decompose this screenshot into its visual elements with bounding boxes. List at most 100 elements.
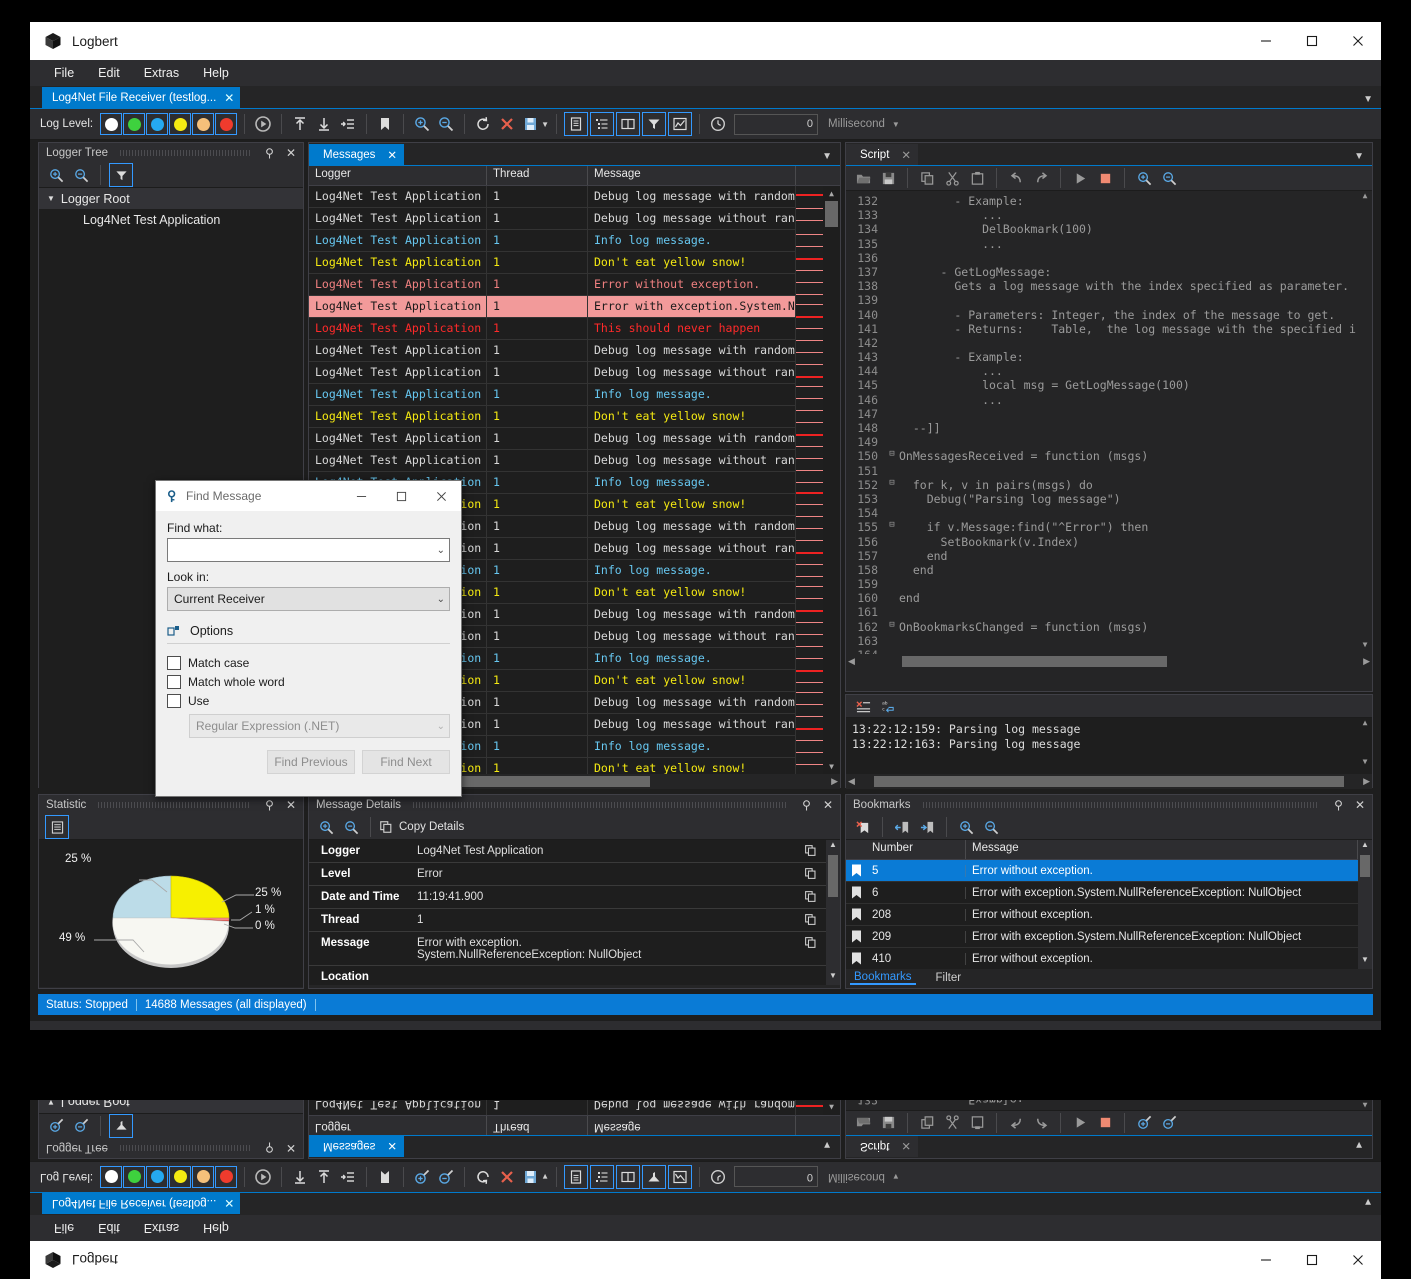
save-script-button[interactable] — [877, 167, 899, 189]
scroll-up-arrow-icon[interactable]: ▲ — [1358, 191, 1372, 205]
chevron-down-icon[interactable]: ▼ — [822, 1139, 832, 1150]
paste-button[interactable] — [966, 167, 988, 189]
column-header-message[interactable]: Message — [588, 1116, 796, 1135]
pin-icon[interactable]: ⚲ — [799, 798, 814, 812]
regex-type-select[interactable]: Regular Expression (.NET) ⌄ — [189, 714, 450, 738]
scroll-to-bottom-button[interactable] — [313, 1166, 335, 1188]
toggle-statistic-button[interactable] — [668, 112, 692, 136]
tab-filter[interactable]: Filter — [932, 972, 966, 984]
bookmarks-vertical-scrollbar[interactable]: ▲ ▼ — [1358, 840, 1372, 969]
drag-grip[interactable] — [120, 1145, 251, 1151]
zoom-in-button[interactable] — [411, 113, 433, 135]
find-previous-button[interactable]: Find Previous — [267, 750, 355, 774]
zoom-in-button[interactable] — [411, 1166, 433, 1188]
redo-button[interactable] — [1030, 1112, 1052, 1134]
stop-script-button[interactable] — [1094, 167, 1116, 189]
time-unit-label[interactable]: Millisecond — [828, 118, 885, 130]
pin-icon[interactable]: ⚲ — [1331, 798, 1346, 812]
column-header-thread[interactable]: Thread — [487, 1116, 588, 1135]
toggle-statistic-button[interactable] — [668, 1165, 692, 1189]
minimize-button[interactable] — [1243, 22, 1289, 60]
toggle-message-details-button[interactable] — [564, 112, 588, 136]
play-button[interactable] — [252, 1166, 274, 1188]
minimize-button[interactable] — [341, 481, 381, 511]
fold-toggle-icon[interactable]: ⊟ — [885, 620, 899, 634]
table-row[interactable]: Log4Net Test Application 1 Error with exce… — [309, 296, 796, 318]
refresh-button[interactable] — [472, 1166, 494, 1188]
scroll-right-arrow-icon[interactable]: ▶ — [1363, 656, 1370, 667]
toggle-bookmarks-button[interactable] — [616, 1165, 640, 1189]
logger-filter-button[interactable] — [109, 1114, 133, 1138]
expand-arrow-icon[interactable]: ▼ — [47, 1100, 55, 1107]
menu-edit[interactable]: Edit — [86, 1217, 132, 1239]
copy-icon[interactable] — [804, 909, 826, 926]
chevron-down-icon[interactable]: ▼ — [1354, 1139, 1364, 1150]
pin-icon[interactable]: ⚲ — [262, 146, 277, 160]
close-icon[interactable]: ✕ — [283, 146, 299, 160]
table-row[interactable]: Log4Net Test Application1Debug log messa… — [309, 428, 796, 450]
scroll-thumb[interactable] — [901, 656, 1167, 667]
close-button[interactable] — [1335, 1241, 1381, 1279]
scroll-left-arrow-icon[interactable]: ◀ — [848, 776, 855, 787]
close-icon[interactable]: ✕ — [820, 798, 836, 812]
match-case-option[interactable]: Match case — [167, 656, 450, 670]
time-shift-input[interactable]: 0 — [734, 113, 818, 135]
logger-filter-button[interactable] — [109, 163, 133, 187]
column-header-number[interactable]: Number — [866, 840, 966, 859]
column-header-logger[interactable]: Logger — [309, 1116, 487, 1135]
script-editor[interactable]: 132 - Example:133 ...134 DelBookmark(100… — [846, 1100, 1372, 1110]
messages-vertical-scrollbar[interactable]: ▲ ▼ — [823, 1100, 840, 1115]
undo-button[interactable] — [1005, 167, 1027, 189]
log-level-trace-toggle[interactable] — [100, 1166, 123, 1188]
zoom-out-button[interactable] — [435, 113, 457, 135]
chevron-down-icon[interactable]: ⌄ — [437, 545, 445, 556]
script-horizontal-scrollbar[interactable]: ◀ ▶ — [846, 654, 1372, 669]
scroll-thumb[interactable] — [825, 201, 838, 227]
close-icon[interactable]: ✕ — [283, 1141, 299, 1155]
scroll-down-arrow-icon[interactable]: ▼ — [823, 759, 840, 774]
fold-toggle-icon[interactable]: ⊟ — [885, 478, 899, 492]
scroll-right-arrow-icon[interactable]: ▶ — [1363, 776, 1370, 787]
messages-grid[interactable]: Log4Net Test Application 1 Debug log messa… — [309, 1100, 840, 1115]
scroll-to-bottom-button[interactable] — [313, 113, 335, 135]
time-shift-input[interactable]: 0 — [734, 1166, 818, 1188]
script-editor[interactable]: 132 - Example:133 ...134 DelBookmark(100… — [846, 191, 1372, 654]
look-in-select[interactable]: Current Receiver ⌄ — [167, 587, 450, 611]
scroll-down-arrow-icon[interactable]: ▼ — [1358, 640, 1372, 654]
delete-bookmark-button[interactable] — [852, 816, 874, 838]
statistic-table-button[interactable] — [45, 815, 69, 839]
previous-bookmark-button[interactable] — [891, 816, 913, 838]
table-row[interactable]: Log4Net Test Application1Debug log messa… — [309, 450, 796, 472]
save-button[interactable] — [520, 113, 542, 135]
tab-messages[interactable]: Messages ✕ — [309, 144, 405, 165]
chevron-down-icon[interactable]: ▼ — [822, 151, 832, 162]
scroll-thumb[interactable] — [828, 855, 838, 897]
clear-button[interactable] — [496, 113, 518, 135]
goto-line-button[interactable] — [337, 1166, 359, 1188]
tab-script[interactable]: Script ✕ — [846, 144, 919, 165]
toggle-message-details-button[interactable] — [564, 1165, 588, 1189]
zoom-out-button[interactable] — [70, 1115, 92, 1137]
column-header-logger[interactable]: Logger — [309, 166, 487, 185]
zoom-in-button[interactable] — [1133, 167, 1155, 189]
goto-line-button[interactable] — [337, 113, 359, 135]
bookmark-row[interactable]: 208 Error without exception. — [846, 904, 1358, 926]
toggle-logger-tree-button[interactable] — [590, 1165, 614, 1189]
table-row[interactable]: Log4Net Test Application1Debug log messa… — [309, 208, 796, 230]
bookmark-row[interactable]: 5 Error without exception. — [846, 860, 1358, 882]
chevron-down-icon[interactable]: ⌄ — [437, 594, 445, 605]
zoom-in-button[interactable] — [955, 816, 977, 838]
log-level-trace-toggle[interactable] — [100, 113, 123, 135]
output-vertical-scrollbar[interactable]: ▲ ▼ — [1358, 718, 1372, 766]
match-whole-word-option[interactable]: Match whole word — [167, 675, 450, 689]
tab-bookmarks[interactable]: Bookmarks — [850, 971, 916, 985]
use-regex-option[interactable]: Use — [167, 694, 450, 708]
log-level-fatal-toggle[interactable] — [215, 1166, 238, 1188]
fold-toggle-icon[interactable]: ⊟ — [885, 520, 899, 534]
redo-button[interactable] — [1030, 167, 1052, 189]
column-header-thread[interactable]: Thread — [487, 166, 588, 185]
scroll-down-arrow-icon[interactable]: ▼ — [1358, 955, 1372, 969]
copy-details-button[interactable]: Copy Details — [379, 820, 464, 834]
zoom-in-button[interactable] — [1133, 1112, 1155, 1134]
menu-help[interactable]: Help — [191, 62, 241, 84]
